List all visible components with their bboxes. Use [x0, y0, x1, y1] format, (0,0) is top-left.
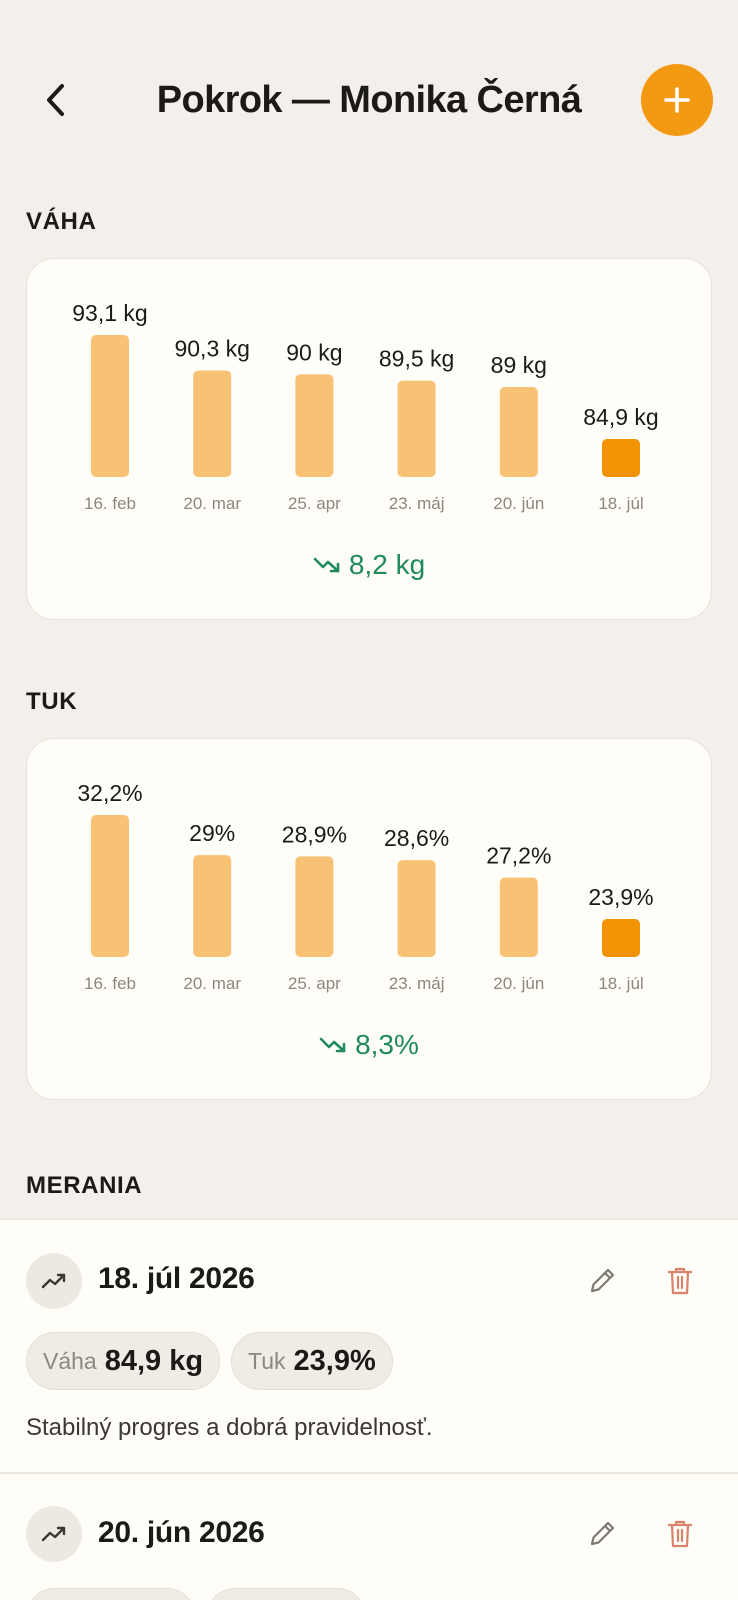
- bar-value-label: 28,9%: [282, 821, 347, 847]
- bar-value-label: 90 kg: [286, 339, 342, 365]
- x-tick-label: 16. feb: [84, 494, 136, 513]
- pencil-icon: [590, 1268, 615, 1293]
- measurements-section-title: MERANIA: [26, 1172, 143, 1199]
- fat-chip: [206, 1588, 366, 1600]
- measurement-date: 20. jún 2026: [98, 1516, 265, 1549]
- weight-section-title: VÁHA: [26, 208, 97, 235]
- chart-bar: [397, 380, 436, 477]
- weight-chip-value: 84,9 kg: [104, 1344, 204, 1377]
- trending-down-icon: [313, 557, 340, 573]
- x-tick-label: 18. júl: [598, 494, 643, 513]
- bar-value-label: 89,5 kg: [379, 346, 454, 372]
- pencil-icon: [590, 1521, 615, 1546]
- chart-bar: [193, 370, 232, 477]
- trend-badge: [26, 1506, 82, 1562]
- bar-value-label: 27,2%: [486, 843, 551, 869]
- x-tick-label: 25. apr: [288, 494, 341, 513]
- x-tick-label: 18. júl: [598, 974, 643, 993]
- weight-chip-label: Váha: [43, 1347, 97, 1374]
- chart-bar: [397, 860, 436, 957]
- fat-chip: Tuk 23,9%: [231, 1332, 393, 1390]
- weight-chart: 93,1 kg 16. feb 90,3 kg 20. mar 90 kg 25. apr…: [72, 300, 658, 513]
- page-title: Pokrok — Monika Černá: [156, 78, 582, 121]
- delete-button[interactable]: [656, 1257, 704, 1305]
- back-button[interactable]: [36, 72, 76, 128]
- x-tick-label: 20. mar: [183, 974, 241, 993]
- app-header: Pokrok — Monika Černá: [0, 0, 738, 200]
- fat-chart: 32,2% 16. feb 29% 20. mar 28,9% 25. apr 28,6% 2…: [77, 780, 653, 993]
- chart-bar: [602, 919, 640, 957]
- chart-bar: [193, 855, 232, 957]
- weight-delta-value: 8,2 kg: [348, 549, 426, 580]
- delete-button[interactable]: [656, 1510, 704, 1558]
- x-tick-label: 23. máj: [389, 974, 445, 993]
- bar-value-label: 28,6%: [384, 825, 449, 851]
- measurement-entry[interactable]: 20. jún 2026: [0, 1474, 738, 1600]
- chart-bar: [499, 877, 538, 957]
- weight-chart-card: 93,1 kg 16. feb 90,3 kg 20. mar 90 kg 25. apr…: [26, 258, 712, 620]
- chart-bar: [91, 335, 129, 477]
- measurement-date: 18. júl 2026: [98, 1262, 255, 1295]
- fat-chip-label: Tuk: [248, 1347, 286, 1374]
- fat-section-title: TUK: [26, 688, 78, 715]
- chart-bar: [602, 439, 640, 477]
- chevron-left-icon: [47, 84, 64, 116]
- weight-chip: Váha 84,9 kg: [26, 1332, 221, 1390]
- x-tick-label: 23. máj: [389, 494, 445, 513]
- bar-value-label: 32,2%: [77, 780, 142, 806]
- chart-bar: [295, 856, 334, 957]
- fat-delta-value: 8,3%: [355, 1029, 419, 1060]
- bar-value-label: 93,1 kg: [72, 300, 147, 326]
- bar-value-label: 90,3 kg: [174, 336, 249, 362]
- trending-up-icon: [41, 1273, 66, 1289]
- edit-button[interactable]: [578, 1257, 626, 1305]
- weight-delta: 8,2 kg: [27, 549, 711, 581]
- measurement-note: Stabilný progres a dobrá pravidelnosť.: [26, 1414, 433, 1441]
- trending-up-icon: [41, 1526, 66, 1542]
- chart-bar: [91, 815, 129, 957]
- edit-button[interactable]: [578, 1510, 626, 1558]
- weight-chip: [26, 1588, 196, 1600]
- bar-value-label: 29%: [189, 820, 235, 846]
- measurement-entry[interactable]: 18. júl 2026 Váha 84,9 kg Tuk 23,9% Stab…: [0, 1220, 738, 1472]
- plus-icon: [664, 87, 690, 113]
- fat-chart-card: 32,2% 16. feb 29% 20. mar 28,9% 25. apr 28,6% 2…: [26, 738, 712, 1100]
- fat-delta: 8,3%: [27, 1029, 711, 1061]
- chart-bar: [499, 387, 538, 477]
- x-tick-label: 20. jún: [493, 974, 544, 993]
- trending-down-icon: [319, 1037, 346, 1053]
- bar-value-label: 84,9 kg: [583, 404, 658, 430]
- trash-icon: [667, 1520, 693, 1548]
- x-tick-label: 20. jún: [493, 494, 544, 513]
- x-tick-label: 25. apr: [288, 974, 341, 993]
- trend-badge: [26, 1253, 82, 1309]
- trash-icon: [667, 1267, 693, 1295]
- chart-bar: [295, 374, 334, 477]
- bar-value-label: 23,9%: [588, 884, 653, 910]
- add-measurement-button[interactable]: [641, 64, 713, 136]
- x-tick-label: 16. feb: [84, 974, 136, 993]
- x-tick-label: 20. mar: [183, 494, 241, 513]
- bar-value-label: 89 kg: [491, 352, 547, 378]
- fat-chip-value: 23,9%: [293, 1344, 376, 1377]
